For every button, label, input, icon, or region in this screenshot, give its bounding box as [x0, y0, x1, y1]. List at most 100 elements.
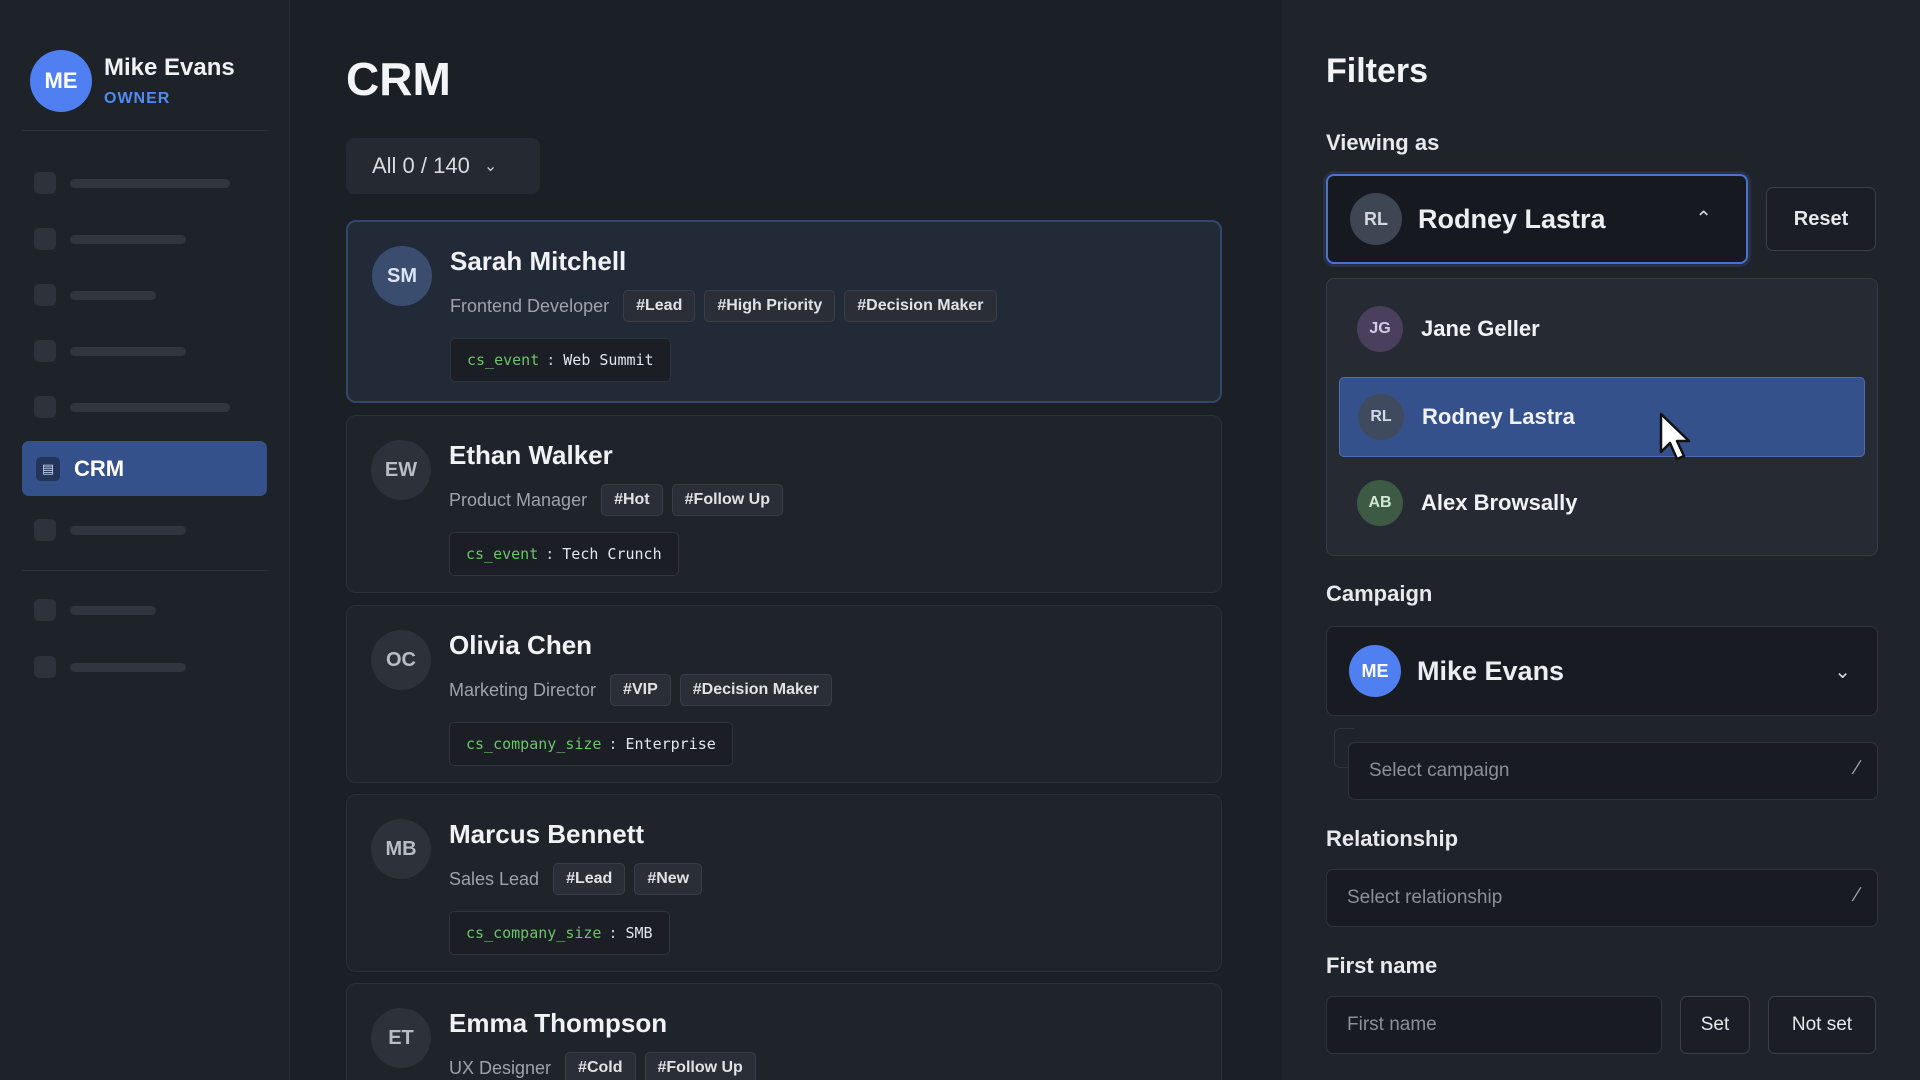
- sidebar-item-placeholder[interactable]: [34, 519, 186, 541]
- viewing-as-label: Viewing as: [1326, 130, 1440, 155]
- list-icon: ▤: [36, 456, 60, 481]
- panel-title: Filters: [1326, 52, 1429, 90]
- viewing-as-select[interactable]: RL Rodney Lastra ⌃: [1326, 174, 1748, 264]
- first-name-label: First name: [1326, 953, 1438, 978]
- contact-card[interactable]: EW Ethan Walker Product Manager #Hot #Fo…: [346, 415, 1222, 593]
- option-name: Alex Browsally: [1421, 490, 1578, 515]
- dropdown-option-alex-browsally[interactable]: AB Alex Browsally: [1339, 463, 1865, 543]
- sidebar-item-label: CRM: [74, 455, 125, 481]
- main-content: CRM All 0 / 140 ⌄ SM Sarah Mitchell Fron…: [290, 0, 1282, 1080]
- viewing-as-dropdown-menu: JG Jane Geller RL Rodney Lastra AB Alex …: [1326, 278, 1878, 556]
- contact-name: Ethan Walker: [449, 440, 613, 470]
- avatar: ME: [1349, 645, 1401, 697]
- contact-role: Marketing Director: [449, 679, 597, 700]
- divider: [22, 130, 268, 131]
- contact-role: Product Manager: [449, 489, 588, 510]
- tag-badge[interactable]: #Lead: [623, 290, 696, 322]
- tag-badge[interactable]: #Follow Up: [671, 484, 783, 516]
- contact-name: Olivia Chen: [449, 630, 593, 660]
- contact-card[interactable]: ET Emma Thompson UX Designer #Cold #Foll…: [346, 983, 1222, 1080]
- avatar: JG: [1357, 306, 1403, 352]
- avatar: SM: [372, 246, 432, 306]
- custom-property: cs_company_size: Enterprise: [449, 722, 733, 766]
- sidebar-item-placeholder[interactable]: [34, 284, 156, 306]
- tag-badge[interactable]: #Lead: [553, 863, 626, 895]
- avatar: ET: [371, 1008, 431, 1068]
- user-profile[interactable]: ME Mike Evans OWNER: [30, 50, 235, 112]
- contact-name: Sarah Mitchell: [450, 246, 627, 276]
- avatar: AB: [1357, 480, 1403, 526]
- first-name-input[interactable]: First name: [1326, 996, 1662, 1054]
- contact-card[interactable]: SM Sarah Mitchell Frontend Developer #Le…: [346, 220, 1222, 403]
- set-button[interactable]: Set: [1680, 996, 1750, 1054]
- avatar: OC: [371, 630, 431, 690]
- relationship-select[interactable]: Select relationship ∕: [1326, 869, 1878, 927]
- tag-badge[interactable]: #Decision Maker: [844, 290, 997, 322]
- tag-badge[interactable]: #Cold: [565, 1052, 636, 1080]
- reset-button[interactable]: Reset: [1766, 187, 1876, 251]
- dropdown-option-rodney-lastra[interactable]: RL Rodney Lastra: [1339, 377, 1865, 457]
- sidebar-item-placeholder[interactable]: [34, 396, 230, 418]
- tag-badge[interactable]: #Follow Up: [644, 1052, 756, 1080]
- selected-user-name: Rodney Lastra: [1418, 203, 1606, 234]
- sidebar-item-crm[interactable]: ▤ CRM: [22, 441, 267, 496]
- custom-property: cs_event: Tech Crunch: [449, 532, 679, 576]
- avatar: EW: [371, 440, 431, 500]
- sidebar-item-placeholder[interactable]: [34, 228, 186, 250]
- count-label: All 0 / 140: [372, 153, 470, 178]
- chevron-down-icon: ⌄: [1834, 661, 1851, 683]
- sidebar: ME Mike Evans OWNER ▤ CRM: [0, 0, 290, 1080]
- avatar: ME: [30, 50, 92, 112]
- edit-pencil-icon: ∕: [1855, 757, 1859, 779]
- tag-badge[interactable]: #Decision Maker: [679, 674, 833, 706]
- not-set-button[interactable]: Not set: [1768, 996, 1876, 1054]
- campaign-label: Campaign: [1326, 581, 1433, 606]
- property-value: Web Summit: [563, 351, 654, 369]
- chevron-up-icon: ⌃: [1695, 208, 1712, 230]
- contact-card[interactable]: OC Olivia Chen Marketing Director #VIP #…: [346, 605, 1222, 783]
- profile-role: OWNER: [104, 90, 171, 107]
- option-name: Rodney Lastra: [1422, 404, 1575, 429]
- selected-user-name: Mike Evans: [1417, 655, 1565, 686]
- tag-badge[interactable]: #New: [634, 863, 703, 895]
- custom-property: cs_company_size: SMB: [449, 911, 670, 955]
- contact-role: Frontend Developer: [450, 295, 610, 316]
- relationship-label: Relationship: [1326, 826, 1459, 851]
- tag-badge[interactable]: #High Priority: [704, 290, 836, 322]
- dropdown-option-jane-geller[interactable]: JG Jane Geller: [1339, 289, 1865, 369]
- sidebar-item-placeholder[interactable]: [34, 172, 230, 194]
- count-selector-dropdown[interactable]: All 0 / 140 ⌄: [346, 138, 540, 194]
- property-value: Enterprise: [625, 735, 716, 753]
- sidebar-item-placeholder[interactable]: [34, 599, 156, 621]
- avatar: RL: [1358, 394, 1404, 440]
- property-key: cs_company_size: [466, 924, 602, 942]
- contact-card[interactable]: MB Marcus Bennett Sales Lead #Lead #New …: [346, 794, 1222, 972]
- property-value: Tech Crunch: [562, 545, 662, 563]
- campaign-select[interactable]: Select campaign ∕: [1348, 742, 1878, 800]
- option-name: Jane Geller: [1421, 316, 1540, 341]
- profile-name: Mike Evans: [104, 54, 235, 81]
- contact-name: Marcus Bennett: [449, 819, 645, 849]
- campaign-placeholder: Select campaign: [1369, 760, 1510, 781]
- property-key: cs_event: [467, 351, 540, 369]
- sidebar-item-placeholder[interactable]: [34, 656, 186, 678]
- sidebar-item-placeholder[interactable]: [34, 340, 186, 362]
- campaign-owner-select[interactable]: ME Mike Evans ⌄: [1326, 626, 1878, 716]
- property-key: cs_company_size: [466, 735, 602, 753]
- contact-role: Sales Lead: [449, 868, 540, 889]
- tag-badge[interactable]: #VIP: [610, 674, 671, 706]
- page-title: CRM: [346, 53, 451, 105]
- relationship-placeholder: Select relationship: [1347, 887, 1503, 908]
- contact-role: UX Designer: [449, 1057, 552, 1078]
- avatar: RL: [1350, 193, 1402, 245]
- mouse-cursor-icon: [1659, 412, 1691, 461]
- contact-name: Emma Thompson: [449, 1008, 668, 1038]
- avatar: MB: [371, 819, 431, 879]
- property-key: cs_event: [466, 545, 539, 563]
- property-value: SMB: [625, 924, 653, 942]
- filters-panel: Filters Viewing as RL Rodney Lastra ⌃ Re…: [1282, 0, 1920, 1080]
- edit-pencil-icon: ∕: [1855, 884, 1859, 906]
- first-name-placeholder: First name: [1347, 1014, 1437, 1035]
- chevron-down-icon: ⌄: [483, 158, 498, 175]
- tag-badge[interactable]: #Hot: [601, 484, 663, 516]
